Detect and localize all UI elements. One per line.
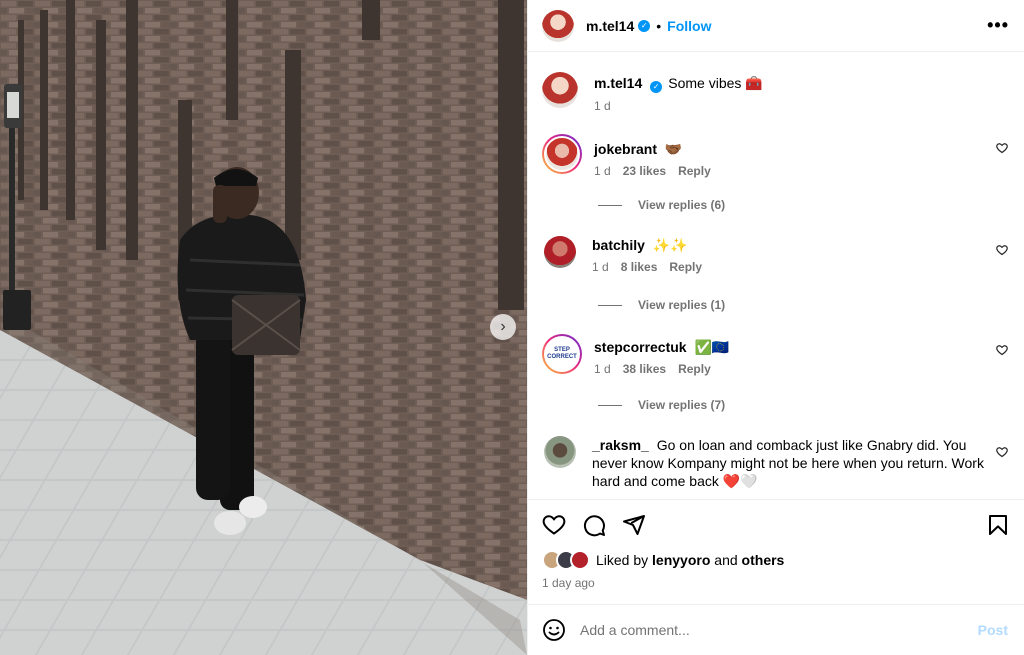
verified-badge-icon: ✓ — [638, 19, 651, 32]
comment-likes[interactable]: 8 likes — [621, 260, 658, 274]
add-comment-input[interactable] — [580, 622, 978, 638]
likes-summary: Liked by lenyyoro and others — [542, 550, 1010, 570]
like-comment-heart-icon[interactable] — [996, 142, 1008, 154]
next-image-button[interactable]: › — [490, 314, 516, 340]
commenter-username[interactable]: _raksm_ — [592, 437, 649, 453]
comment-item: STEP CORRECT stepcorrectuk ✅🇪🇺 1 d 38 li… — [542, 334, 1008, 376]
commenter-avatar[interactable] — [544, 436, 576, 468]
post-side-panel: m.tel14 ✓ • Follow ••• m.tel14 ✓ Some vibe… — [527, 0, 1024, 655]
comment-time: 1 d — [594, 362, 611, 376]
comment-likes[interactable]: 23 likes — [623, 164, 666, 178]
add-comment-bar: Post — [528, 604, 1024, 655]
follow-button[interactable]: Follow — [667, 18, 711, 34]
post-timestamp[interactable]: 1 day ago — [542, 576, 1010, 590]
like-comment-heart-icon[interactable] — [996, 446, 1008, 458]
view-replies-label: View replies (6) — [638, 198, 726, 212]
post-actions: Liked by lenyyoro and others 1 day ago — [528, 499, 1024, 590]
replies-line — [598, 304, 622, 306]
comment-time: 1 d — [594, 164, 611, 178]
view-replies-button[interactable]: View replies (6) — [598, 198, 725, 212]
comment-time: 1 d — [592, 260, 609, 274]
commenter-username[interactable]: jokebrant — [594, 141, 657, 157]
like-heart-icon[interactable] — [542, 513, 566, 537]
comments-list[interactable]: m.tel14 ✓ Some vibes 🧰 1 d jokebrant 🤝🏾 1 … — [528, 52, 1024, 499]
comment-likes[interactable]: 38 likes — [623, 362, 666, 376]
liker-avatar[interactable] — [570, 550, 590, 570]
reply-button[interactable]: Reply — [678, 164, 711, 178]
post-header: m.tel14 ✓ • Follow ••• — [528, 0, 1024, 52]
photo-scene — [0, 0, 527, 655]
post-photo[interactable]: › — [0, 0, 527, 655]
comment-text: ✅🇪🇺 — [694, 339, 730, 355]
save-bookmark-icon[interactable] — [986, 513, 1010, 537]
comment-item: batchily ✨✨ 1 d 8 likes Reply — [542, 236, 1008, 274]
comment-bubble-icon[interactable] — [582, 513, 606, 537]
liked-by-others[interactable]: others — [742, 552, 785, 568]
like-comment-heart-icon[interactable] — [996, 244, 1008, 256]
commenter-username[interactable]: batchily — [592, 237, 645, 253]
instagram-post-modal: › m.tel14 ✓ • Follow ••• m.tel14 ✓ Some vi… — [0, 0, 1024, 655]
caption-avatar[interactable] — [542, 72, 578, 108]
replies-line — [598, 404, 622, 406]
commenter-username[interactable]: stepcorrectuk — [594, 339, 687, 355]
liked-by-prefix: Liked by — [596, 552, 649, 568]
separator-dot: • — [656, 17, 662, 34]
stepcorrect-logo: STEP CORRECT — [547, 347, 577, 360]
commenter-avatar: STEP CORRECT — [544, 336, 580, 372]
story-ring[interactable] — [542, 134, 582, 174]
caption: m.tel14 ✓ Some vibes 🧰 1 d — [542, 72, 1008, 113]
author-username[interactable]: m.tel14 — [586, 18, 634, 34]
reply-button[interactable]: Reply — [678, 362, 711, 376]
caption-username[interactable]: m.tel14 — [594, 75, 642, 91]
reply-button[interactable]: Reply — [669, 260, 702, 274]
story-ring[interactable]: STEP CORRECT — [542, 334, 582, 374]
replies-line — [598, 204, 622, 206]
comment-item: jokebrant 🤝🏾 1 d 23 likes Reply — [542, 134, 1008, 178]
caption-text: Some vibes 🧰 — [668, 75, 763, 91]
view-replies-label: View replies (7) — [638, 398, 726, 412]
view-replies-button[interactable]: View replies (1) — [598, 298, 725, 312]
comment-text: ✨✨ — [652, 237, 688, 253]
view-replies-button[interactable]: View replies (7) — [598, 398, 725, 412]
comment-text: Go on loan and comback just like Gnabry … — [592, 437, 984, 489]
liked-by-user[interactable]: lenyyoro — [652, 552, 710, 568]
verified-badge-icon: ✓ — [650, 81, 663, 93]
more-options-icon[interactable]: ••• — [987, 15, 1009, 36]
post-comment-button[interactable]: Post — [978, 622, 1008, 638]
emoji-icon[interactable] — [542, 618, 566, 642]
comment-text: 🤝🏾 — [664, 141, 683, 157]
commenter-avatar — [544, 136, 580, 172]
author-avatar[interactable] — [542, 9, 574, 42]
share-paper-plane-icon[interactable] — [622, 513, 646, 537]
comment-item: _raksm_ Go on loan and comback just like… — [542, 436, 1008, 490]
commenter-avatar[interactable] — [544, 236, 576, 268]
caption-time: 1 d — [594, 99, 611, 113]
liker-avatars — [542, 550, 590, 570]
like-comment-heart-icon[interactable] — [996, 344, 1008, 356]
view-replies-label: View replies (1) — [638, 298, 726, 312]
liked-by-and: and — [714, 552, 738, 568]
